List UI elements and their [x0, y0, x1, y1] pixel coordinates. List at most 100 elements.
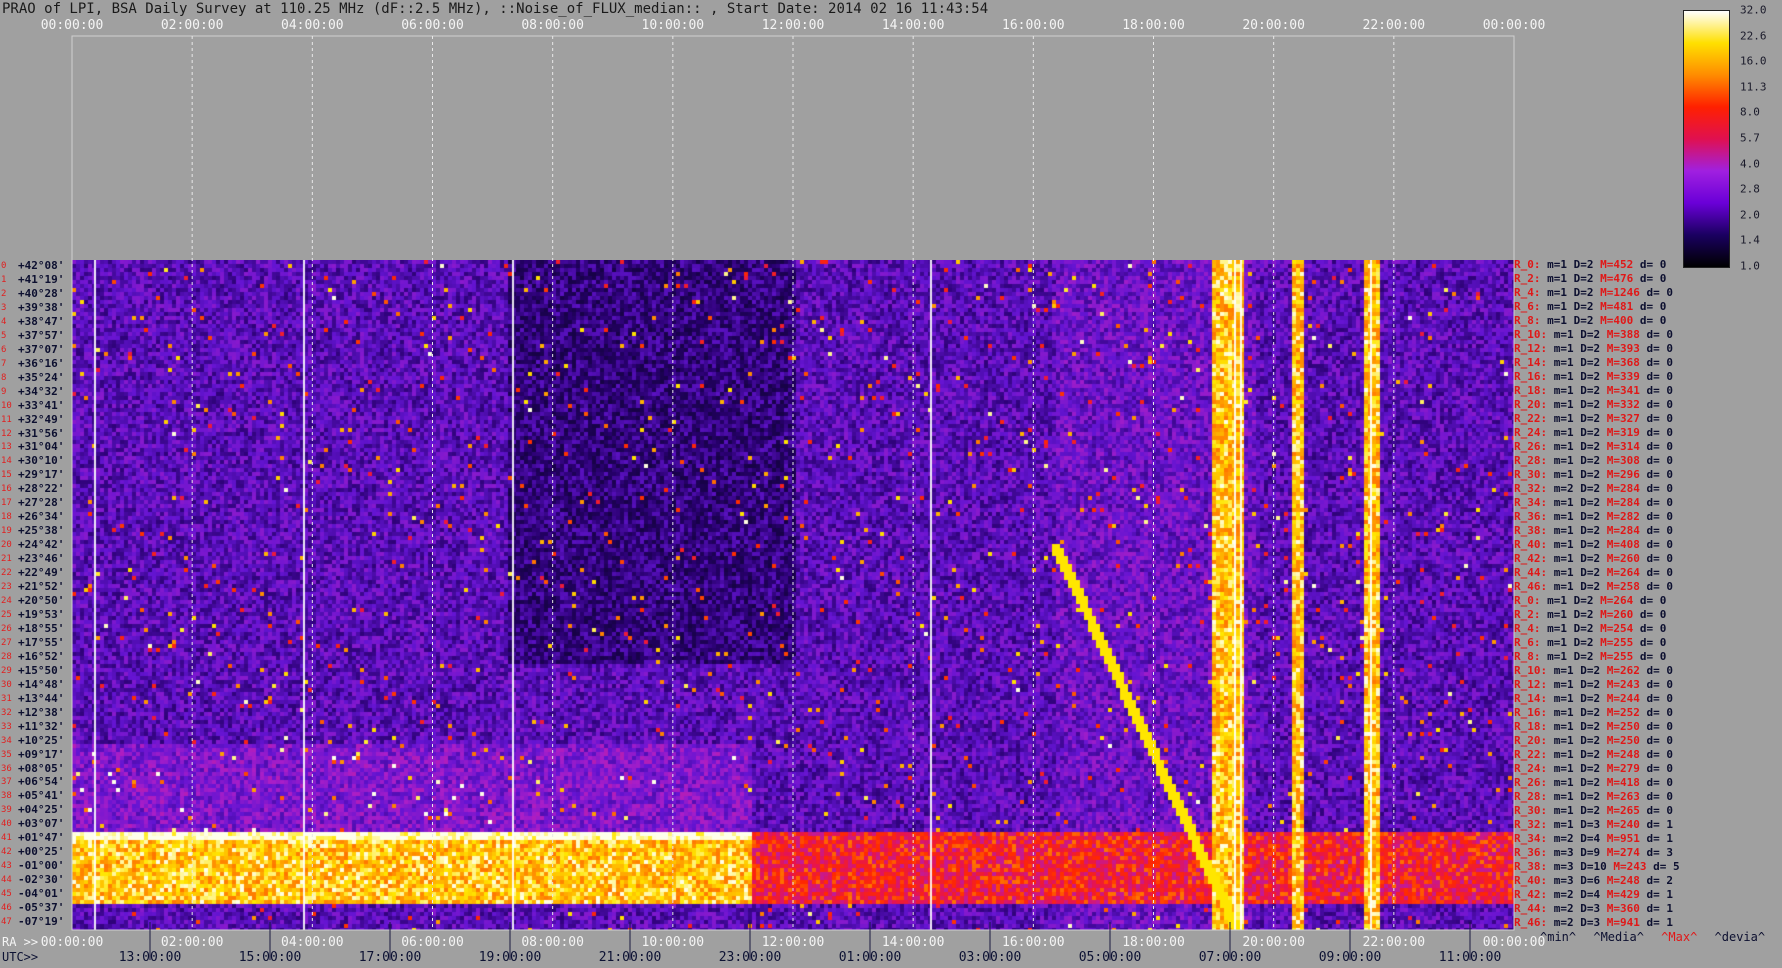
stat-r: R_46: — [1514, 916, 1548, 929]
stat-M: M=452 — [1600, 258, 1634, 271]
stat-r: R_2: — [1514, 272, 1541, 285]
declination-label: +42°08' — [18, 259, 65, 272]
stat-dv: d= 0 — [1646, 692, 1674, 705]
stat-r: R_32: — [1514, 482, 1548, 495]
stat-r: R_44: — [1514, 566, 1548, 579]
stat-M: M=296 — [1606, 468, 1640, 481]
stat-r: R_22: — [1514, 412, 1548, 425]
stat-dv: d= 1 — [1646, 888, 1674, 901]
stat-m: m=1 — [1553, 818, 1574, 831]
stat-r: R_44: — [1514, 902, 1548, 915]
row-number: 47 — [1, 917, 12, 928]
stat-d: D=2 — [1580, 566, 1601, 579]
row-number: 23 — [1, 582, 12, 593]
stat-d: D=2 — [1573, 286, 1594, 299]
stat-dv: d= 0 — [1639, 608, 1667, 621]
row-number: 39 — [1, 805, 12, 816]
stat-row: R_32: m=2 D=2 M=284 d= 0 — [1514, 482, 1673, 495]
declination-label: +33°41' — [18, 398, 65, 412]
stat-dv: d= 0 — [1646, 804, 1674, 817]
stat-dv: d= 0 — [1646, 706, 1674, 719]
stat-M: M=250 — [1606, 734, 1640, 747]
stat-row: R_24: m=1 D=2 M=279 d= 0 — [1514, 762, 1673, 775]
stat-m: m=1 — [1553, 580, 1574, 593]
stat-dv: d= 0 — [1639, 314, 1667, 327]
declination-label: +28°22' — [18, 482, 65, 496]
stat-d: D=2 — [1580, 496, 1601, 509]
stat-row: R_18: m=1 D=2 M=341 d= 0 — [1514, 384, 1673, 397]
row-number: 2 — [1, 288, 7, 299]
declination-label: +34°32' — [18, 384, 65, 398]
row-number: 24 — [1, 596, 12, 606]
declination-label: -02°30' — [18, 873, 65, 887]
stat-dv: d= 0 — [1646, 748, 1674, 761]
stat-M: M=368 — [1606, 356, 1640, 369]
stat-row: R_16: m=1 D=2 M=339 d= 0 — [1514, 370, 1673, 383]
stat-r: R_24: — [1514, 762, 1548, 775]
stat-m: m=1 — [1553, 804, 1574, 817]
row-number: 14 — [1, 456, 12, 467]
stat-m: m=1 — [1553, 440, 1574, 453]
colorbar-tick-label: 32.0 — [1740, 3, 1767, 17]
stat-r: R_12: — [1514, 342, 1548, 355]
stat-dv: d= 0 — [1646, 328, 1674, 341]
stat-dv: d= 0 — [1646, 370, 1674, 383]
stat-dv: d= 0 — [1646, 496, 1674, 509]
row-number: 1 — [1, 274, 7, 285]
stat-M: M=388 — [1606, 328, 1640, 341]
stat-row: R_30: m=1 D=2 M=296 d= 0 — [1514, 468, 1673, 481]
colorbar — [1683, 10, 1730, 268]
stat-row: R_12: m=1 D=2 M=243 d= 0 — [1514, 678, 1673, 691]
stat-d: D=2 — [1580, 398, 1601, 411]
stat-r: R_0: — [1514, 594, 1541, 607]
stat-dv: d= 0 — [1646, 552, 1674, 565]
row-number: 21 — [1, 554, 12, 565]
declination-label: +22°49' — [18, 566, 65, 580]
colorbar-tick-label: 2.0 — [1740, 208, 1760, 222]
stat-M: M=418 — [1606, 776, 1640, 789]
stat-dv: d= 0 — [1646, 762, 1674, 775]
stat-d: D=2 — [1573, 650, 1594, 663]
stat-dv: d= 0 — [1646, 342, 1674, 355]
stat-r: R_14: — [1514, 692, 1548, 705]
stat-m: m=2 — [1553, 902, 1574, 915]
stat-r: R_38: — [1514, 524, 1548, 537]
stat-dv: d= 0 — [1646, 664, 1674, 677]
stat-r: R_10: — [1514, 328, 1548, 341]
stat-dv: d= 0 — [1646, 384, 1674, 397]
legend-media: ^Media^ — [1593, 930, 1644, 944]
stat-row: R_20: m=1 D=2 M=332 d= 0 — [1514, 398, 1673, 411]
stat-m: m=1 — [1547, 622, 1567, 635]
stat-dv: d= 0 — [1646, 454, 1674, 467]
stat-M: M=284 — [1606, 524, 1640, 537]
stat-r: R_26: — [1514, 440, 1548, 453]
stat-r: R_22: — [1514, 748, 1548, 761]
stat-M: M=243 — [1606, 678, 1640, 691]
stat-M: M=240 — [1606, 818, 1640, 831]
stat-dv: d= 5 — [1653, 860, 1680, 873]
stat-dv: d= 0 — [1646, 538, 1674, 551]
stat-row: R_40: m=3 D=6 M=248 d= 2 — [1514, 874, 1673, 887]
stat-row: R_46: m=2 D=3 M=941 d= 1 — [1514, 916, 1673, 929]
row-number: 5 — [1, 330, 7, 341]
stat-r: R_24: — [1514, 426, 1548, 439]
stat-dv: d= 0 — [1639, 594, 1667, 607]
stat-d: D=3 — [1580, 902, 1601, 915]
stat-row: R_42: m=1 D=2 M=260 d= 0 — [1514, 552, 1673, 565]
declination-label: +03°07' — [18, 817, 65, 831]
stat-m: m=1 — [1553, 678, 1574, 691]
colorbar-tick-label: 2.8 — [1740, 182, 1760, 196]
colorbar-labels: 32.0 22.6 16.0 11.3 8.0 5.7 4.0 2.8 2.0 1.4 1.0 — [1740, 0, 1782, 280]
stat-d: D=2 — [1580, 720, 1601, 733]
stat-r: R_36: — [1514, 846, 1548, 859]
stat-d: D=2 — [1580, 748, 1601, 761]
stat-d: D=2 — [1580, 790, 1601, 803]
stat-d: D=2 — [1580, 370, 1601, 383]
stat-dv: d= 0 — [1646, 356, 1674, 369]
row-number: 40 — [1, 819, 12, 830]
declination-label: -04°01' — [18, 887, 65, 901]
stat-m: m=2 — [1553, 832, 1574, 845]
stat-r: R_30: — [1514, 468, 1548, 481]
row-number: 34 — [1, 735, 12, 746]
row-number: 15 — [1, 470, 12, 481]
